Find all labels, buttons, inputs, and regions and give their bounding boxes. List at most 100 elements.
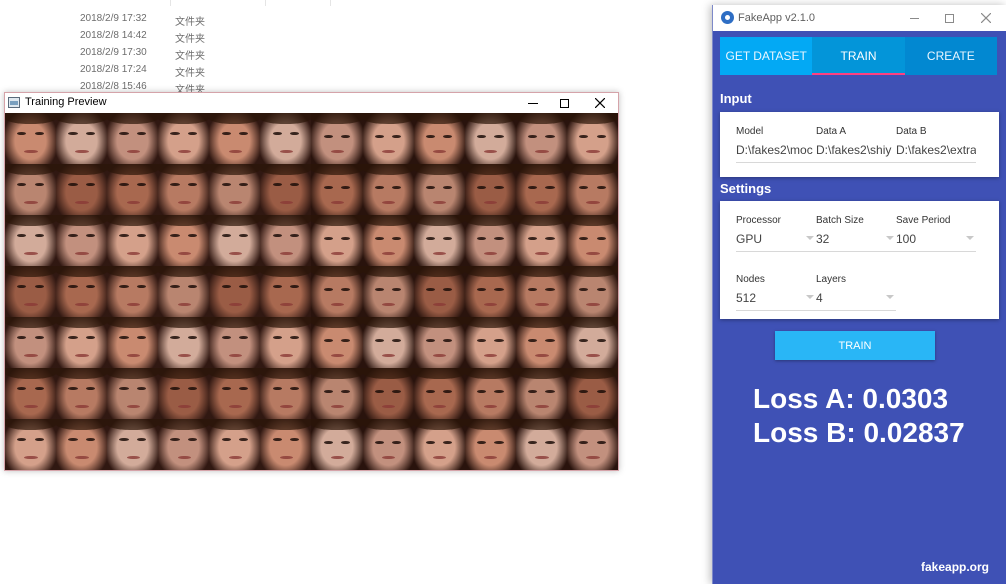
preview-face-thumbnail bbox=[311, 419, 363, 470]
data-b-path-input[interactable]: D:\fakes2\extra bbox=[896, 143, 976, 157]
face-eye bbox=[17, 132, 27, 136]
preview-face-thumbnail bbox=[5, 317, 57, 368]
face-eye bbox=[494, 135, 504, 139]
preview-face-thumbnail bbox=[566, 164, 618, 215]
face-eye bbox=[221, 387, 231, 391]
face-hair bbox=[566, 164, 618, 176]
face-mouth bbox=[24, 251, 38, 256]
file-row[interactable]: 2018/2/9 17:30 文件夹 bbox=[0, 44, 330, 62]
maximize-button[interactable] bbox=[932, 5, 966, 31]
preview-face-thumbnail bbox=[515, 113, 567, 164]
preview-face-thumbnail bbox=[566, 215, 618, 266]
face-eye bbox=[374, 288, 385, 292]
face-hair bbox=[107, 215, 159, 227]
face-eye bbox=[221, 438, 231, 442]
face-mouth bbox=[484, 149, 498, 154]
face-eye bbox=[68, 132, 78, 136]
face-mouth bbox=[586, 455, 600, 460]
preview-face-thumbnail bbox=[362, 368, 414, 419]
close-button[interactable] bbox=[969, 5, 1003, 31]
desktop: 2018/2/9 17:32 文件夹 2018/2/8 14:42 文件夹 20… bbox=[0, 0, 1006, 584]
file-row[interactable]: 2018/2/8 17:24 文件夹 bbox=[0, 61, 330, 79]
tab-train[interactable]: TRAIN bbox=[812, 37, 905, 75]
preview-face-thumbnail bbox=[413, 266, 465, 317]
face-eye bbox=[17, 183, 27, 187]
face-eye bbox=[170, 438, 180, 442]
face-mouth bbox=[126, 200, 140, 205]
face-mouth bbox=[535, 455, 549, 460]
face-hair bbox=[5, 215, 57, 227]
face-eye bbox=[85, 387, 95, 391]
file-row[interactable]: 2018/2/8 14:42 文件夹 bbox=[0, 27, 330, 45]
face-mouth bbox=[177, 455, 191, 460]
face-eye bbox=[136, 132, 146, 136]
train-button[interactable]: TRAIN bbox=[775, 331, 935, 360]
face-eye bbox=[238, 387, 249, 391]
face-hair bbox=[515, 215, 567, 227]
face-eye bbox=[392, 288, 402, 292]
preview-face-thumbnail bbox=[311, 317, 363, 368]
face-eye bbox=[596, 390, 606, 394]
footer-link[interactable]: fakeapp.org bbox=[921, 560, 989, 574]
face-hair bbox=[260, 164, 312, 176]
face-mouth bbox=[330, 149, 345, 154]
close-button[interactable] bbox=[582, 93, 618, 113]
face-eye bbox=[476, 135, 487, 139]
face-hair bbox=[56, 113, 108, 125]
face-eye bbox=[119, 438, 129, 442]
face-eye bbox=[494, 441, 504, 445]
face-eye bbox=[221, 183, 231, 187]
face-eye bbox=[68, 285, 78, 289]
face-mouth bbox=[330, 200, 345, 205]
face-hair bbox=[158, 419, 210, 431]
face-eye bbox=[443, 339, 453, 343]
face-eye bbox=[290, 438, 300, 442]
tab-get-dataset[interactable]: GET DATASET bbox=[720, 37, 812, 75]
face-eye bbox=[545, 441, 555, 445]
preview-face-thumbnail bbox=[209, 266, 261, 317]
tab-create[interactable]: CREATE bbox=[904, 37, 997, 75]
title-bar[interactable]: FakeApp v2.1.0 bbox=[713, 5, 1006, 31]
preview-face-thumbnail bbox=[209, 113, 261, 164]
face-eye bbox=[425, 237, 436, 241]
face-eye bbox=[238, 285, 249, 289]
face-eye bbox=[596, 135, 606, 139]
file-type: 文件夹 bbox=[175, 68, 205, 79]
face-hair bbox=[107, 266, 159, 278]
field-underline bbox=[736, 310, 816, 311]
face-hair bbox=[107, 317, 159, 329]
face-eye bbox=[425, 441, 436, 445]
preview-face-thumbnail bbox=[413, 113, 465, 164]
preview-face-thumbnail bbox=[515, 164, 567, 215]
preview-face-thumbnail bbox=[260, 113, 312, 164]
minimize-button[interactable] bbox=[897, 5, 931, 31]
face-eye bbox=[119, 234, 129, 238]
file-row[interactable]: 2018/2/9 17:32 文件夹 bbox=[0, 10, 330, 28]
title-bar[interactable]: Training Preview bbox=[5, 93, 618, 113]
face-eye bbox=[579, 135, 589, 139]
preview-face-thumbnail bbox=[413, 317, 465, 368]
face-eye bbox=[68, 234, 78, 238]
field-label: Model bbox=[736, 126, 764, 137]
face-eye bbox=[443, 186, 453, 190]
face-eye bbox=[341, 390, 351, 394]
loss-a-readout: Loss A: 0.0303 bbox=[753, 383, 949, 414]
preview-face-thumbnail bbox=[413, 368, 465, 419]
data-a-path-input[interactable]: D:\fakes2\shiy bbox=[816, 143, 896, 157]
model-path-input[interactable]: D:\fakes2\moc bbox=[736, 143, 816, 157]
preview-face-thumbnail bbox=[260, 164, 312, 215]
face-eye bbox=[392, 390, 402, 394]
face-hair bbox=[413, 368, 465, 380]
face-mouth bbox=[75, 455, 89, 460]
face-eye bbox=[341, 288, 351, 292]
maximize-button[interactable] bbox=[546, 93, 582, 113]
face-mouth bbox=[433, 251, 447, 256]
face-eye bbox=[187, 234, 198, 238]
face-mouth bbox=[381, 404, 396, 409]
face-hair bbox=[158, 113, 210, 125]
modified-date: 2018/2/9 17:32 bbox=[80, 13, 147, 24]
face-eye bbox=[476, 339, 487, 343]
preview-face-thumbnail bbox=[158, 164, 210, 215]
preview-face-thumbnail bbox=[464, 164, 516, 215]
face-eye bbox=[545, 237, 555, 241]
